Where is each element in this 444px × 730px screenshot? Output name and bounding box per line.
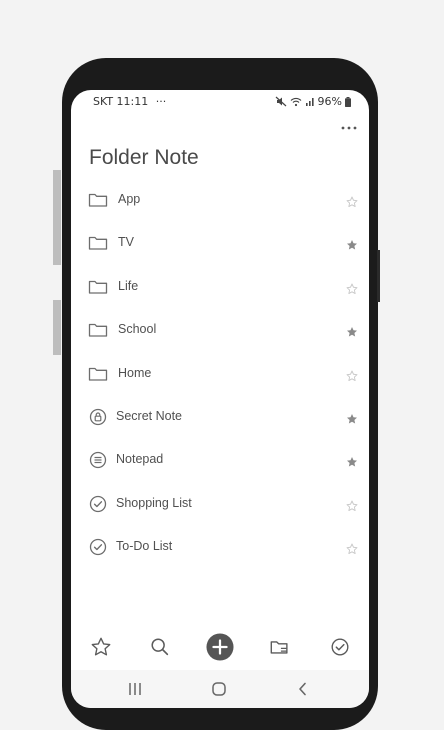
folder-icon (88, 277, 108, 297)
star-filled-icon[interactable] (346, 323, 358, 337)
folder-icon (88, 364, 108, 384)
page-title: Folder Note (89, 146, 199, 169)
wifi-icon (290, 97, 301, 106)
star-filled-icon[interactable] (346, 410, 358, 424)
list-item[interactable]: Notepad (71, 438, 369, 481)
list-item-label: Notepad (116, 452, 164, 467)
list-item[interactable]: Life (71, 265, 369, 308)
phone-side-button (53, 300, 61, 355)
signal-icon (305, 97, 314, 106)
folder-list: App TV Life School Home Secret Note Notepad Sho… (71, 178, 369, 569)
notepad-icon (88, 450, 108, 470)
folder-icon (88, 190, 108, 210)
add-note-button[interactable] (206, 633, 234, 661)
star-outline-icon[interactable] (346, 367, 358, 381)
star-outline-icon[interactable] (346, 193, 358, 207)
list-item[interactable]: App (71, 178, 369, 221)
more-options-icon[interactable] (339, 118, 359, 138)
list-item-label: Home (118, 365, 152, 380)
star-filled-icon[interactable] (346, 453, 358, 467)
checklist-icon (88, 494, 108, 514)
status-right: 96% (275, 95, 351, 108)
back-icon[interactable] (292, 678, 314, 700)
list-item-label: Secret Note (116, 408, 183, 423)
bottom-nav (71, 627, 369, 667)
carrier-time: SKT 11:11 (93, 95, 149, 108)
favorites-star-icon[interactable] (87, 633, 115, 661)
list-item[interactable]: To-Do List (71, 525, 369, 568)
list-item[interactable]: Home (71, 352, 369, 395)
search-icon[interactable] (146, 633, 174, 661)
mute-icon (275, 96, 286, 107)
system-nav-bar (71, 670, 369, 708)
home-icon[interactable] (208, 678, 230, 700)
star-outline-icon[interactable] (346, 540, 358, 555)
checklist-icon (88, 537, 108, 557)
status-left: SKT 11:11 ··· (93, 95, 166, 108)
list-item-label: Life (118, 278, 139, 293)
star-outline-icon[interactable] (346, 497, 358, 511)
star-filled-icon[interactable] (346, 236, 358, 250)
battery-icon (345, 96, 351, 107)
list-item-label: School (118, 322, 157, 337)
status-bar: SKT 11:11 ··· 96% (71, 90, 369, 114)
battery-percent: 96% (317, 95, 342, 108)
list-item[interactable]: School (71, 308, 369, 351)
phone-power-button (377, 250, 380, 302)
folder-icon (88, 320, 108, 340)
list-item-label: App (118, 192, 141, 206)
star-outline-icon[interactable] (346, 280, 358, 294)
status-dots: ··· (155, 95, 167, 108)
list-item-label: Shopping List (116, 495, 192, 510)
check-icon[interactable] (326, 633, 354, 661)
list-item[interactable]: Shopping List (71, 482, 369, 525)
folder-icon (88, 233, 108, 253)
list-item-label: To-Do List (116, 539, 173, 554)
phone-volume-button (53, 170, 61, 265)
list-item[interactable]: TV (71, 221, 369, 264)
list-item[interactable]: Secret Note (71, 395, 369, 438)
lock-icon (88, 407, 108, 427)
recents-icon[interactable] (124, 678, 146, 700)
folder-list-icon[interactable] (266, 633, 294, 661)
list-item-label: TV (118, 235, 134, 250)
app-screen: SKT 11:11 ··· 96% Folder Note App TV Life S… (71, 90, 369, 708)
